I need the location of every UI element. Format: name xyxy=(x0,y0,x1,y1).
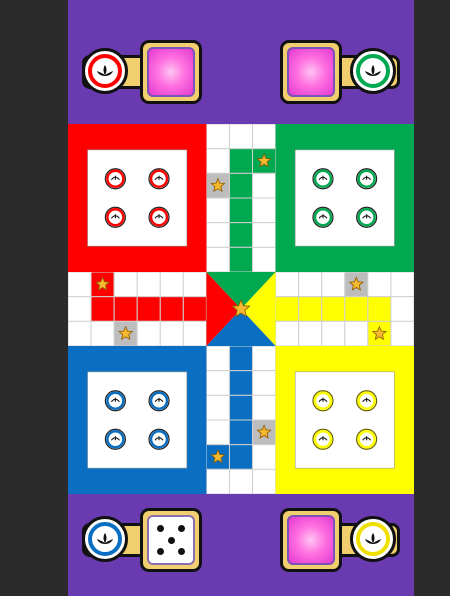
board-cell[interactable] xyxy=(113,296,138,322)
board-cell[interactable] xyxy=(275,271,300,298)
lotus-icon xyxy=(97,65,113,76)
board-cell[interactable] xyxy=(228,148,254,174)
dice-green[interactable] xyxy=(287,47,335,97)
dice-blue[interactable] xyxy=(147,515,195,565)
player-avatar-yellow xyxy=(350,516,396,562)
board-cell[interactable] xyxy=(252,222,277,248)
board-cell[interactable] xyxy=(252,394,277,421)
dice-box-yellow[interactable] xyxy=(280,508,342,572)
board-cell[interactable] xyxy=(136,320,161,347)
board-cell[interactable] xyxy=(390,296,414,322)
board-cell[interactable] xyxy=(205,124,230,150)
player-panel-blue xyxy=(82,508,204,572)
board-cell[interactable] xyxy=(159,320,184,347)
dice-pip xyxy=(157,548,164,555)
board-cell[interactable] xyxy=(68,271,92,298)
home-yard-inner-green xyxy=(294,149,395,247)
board-cell[interactable] xyxy=(252,468,277,494)
board-cell[interactable] xyxy=(159,296,184,322)
board-cell[interactable] xyxy=(205,468,230,494)
player-panel-green xyxy=(280,40,402,104)
lotus-icon xyxy=(365,65,381,76)
ludo-board xyxy=(68,124,414,494)
home-yard-inner-red xyxy=(87,149,188,247)
board-cell[interactable] xyxy=(68,320,92,347)
dice-red[interactable] xyxy=(147,47,195,97)
board-cell[interactable] xyxy=(68,296,92,322)
board-cell[interactable] xyxy=(252,444,277,470)
dice-pip xyxy=(178,548,185,555)
board-cell[interactable] xyxy=(344,320,369,347)
board-cell[interactable] xyxy=(228,444,254,470)
board-cell[interactable] xyxy=(205,222,230,248)
board-cell[interactable] xyxy=(90,296,115,322)
board-cell[interactable] xyxy=(390,320,414,347)
home-yard-inner-yellow xyxy=(294,371,395,469)
board-cell[interactable] xyxy=(113,271,138,298)
board-cell[interactable] xyxy=(205,345,230,372)
board-cell[interactable] xyxy=(252,172,277,199)
board-cell[interactable] xyxy=(252,197,277,224)
dice-pip xyxy=(167,536,175,544)
dice-box-red[interactable] xyxy=(140,40,202,104)
board-cell[interactable] xyxy=(182,271,207,298)
board-cell[interactable] xyxy=(252,345,277,372)
home-yard-inner-blue xyxy=(87,371,188,469)
board-cell[interactable] xyxy=(205,394,230,421)
board-cell[interactable] xyxy=(228,394,254,421)
lotus-icon xyxy=(97,533,113,544)
board-cell[interactable] xyxy=(321,296,346,322)
player-panel-yellow xyxy=(280,508,402,572)
board-cell[interactable] xyxy=(228,419,254,446)
board-cell[interactable] xyxy=(275,320,300,347)
board-cell[interactable] xyxy=(90,320,115,347)
board-cell[interactable] xyxy=(275,296,300,322)
player-avatar-red xyxy=(82,48,128,94)
board-cell[interactable] xyxy=(298,271,323,298)
board-cell[interactable] xyxy=(228,246,254,273)
player-avatar-green xyxy=(350,48,396,94)
board-cell[interactable] xyxy=(182,320,207,347)
board-cell[interactable] xyxy=(228,172,254,199)
dice-box-green[interactable] xyxy=(280,40,342,104)
board-cell[interactable] xyxy=(228,222,254,248)
board-cell[interactable] xyxy=(205,419,230,446)
board-cell[interactable] xyxy=(298,296,323,322)
board-cell[interactable] xyxy=(228,345,254,372)
board-cell[interactable] xyxy=(136,271,161,298)
board-cell[interactable] xyxy=(205,197,230,224)
dice-pip xyxy=(157,525,164,532)
board-cell[interactable] xyxy=(205,370,230,396)
board-cell[interactable] xyxy=(228,124,254,150)
player-avatar-blue xyxy=(82,516,128,562)
board-cell[interactable] xyxy=(228,468,254,494)
lotus-icon xyxy=(365,533,381,544)
game-area xyxy=(68,0,414,596)
player-panel-red xyxy=(82,40,204,104)
board-cell[interactable] xyxy=(321,320,346,347)
dice-yellow[interactable] xyxy=(287,515,335,565)
board-cell[interactable] xyxy=(367,296,392,322)
board-cell[interactable] xyxy=(367,271,392,298)
board-cell[interactable] xyxy=(136,296,161,322)
board-cell[interactable] xyxy=(252,124,277,150)
board-cell[interactable] xyxy=(390,271,414,298)
board-cell[interactable] xyxy=(159,271,184,298)
board-cell[interactable] xyxy=(228,370,254,396)
board-cell[interactable] xyxy=(228,197,254,224)
board-cell[interactable] xyxy=(182,296,207,322)
board-cell[interactable] xyxy=(344,296,369,322)
board-cell[interactable] xyxy=(298,320,323,347)
board-cell[interactable] xyxy=(205,148,230,174)
board-cell[interactable] xyxy=(252,370,277,396)
board-cell[interactable] xyxy=(321,271,346,298)
dice-box-blue[interactable] xyxy=(140,508,202,572)
dice-pip xyxy=(178,525,185,532)
board-cell[interactable] xyxy=(252,246,277,273)
board-cell[interactable] xyxy=(205,246,230,273)
